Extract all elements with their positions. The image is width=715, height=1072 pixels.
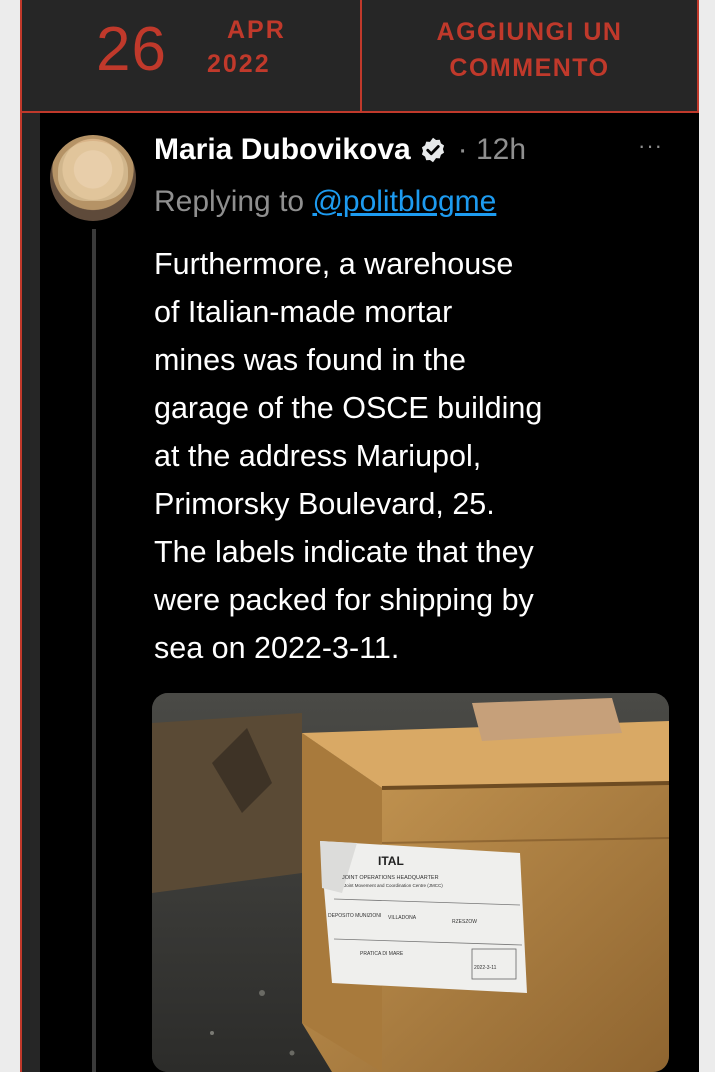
tweet-body-line: mines was found in the (154, 343, 466, 377)
tweet-body-line: of Italian-made mortar (154, 295, 453, 329)
add-comment-cell[interactable]: AGGIUNGI UN COMMENTO (362, 0, 697, 111)
label-line1: JOINT OPERATIONS HEADQUARTER (342, 875, 439, 881)
tweet-header: Maria Dubovikova · 12h (154, 133, 694, 173)
tweet-body-line: garage of the OSCE building (154, 391, 543, 425)
tweet-body: Furthermore, a warehouse of Italian-made… (154, 240, 674, 672)
replying-handle-link[interactable]: @politblogme (312, 185, 496, 218)
label-pratica: PRATICA DI MARE (360, 951, 404, 957)
more-options-icon[interactable]: ··· (638, 133, 663, 159)
label-dep2: VILLADONA (388, 915, 417, 921)
embedded-tweet: Maria Dubovikova · 12h ··· Replying to @… (40, 113, 699, 1072)
date-month: APR (227, 16, 286, 44)
add-comment-link[interactable]: AGGIUNGI UN COMMENTO (362, 14, 697, 86)
crate-photo: ITAL JOINT OPERATIONS HEADQUARTER Joint … (152, 693, 669, 1072)
avatar[interactable] (50, 135, 136, 221)
post-date-bar: 26 APR 2022 AGGIUNGI UN COMMENTO (20, 0, 699, 113)
date-year: 2022 (207, 50, 271, 78)
tweet-body-line: Furthermore, a warehouse (154, 247, 514, 281)
tweet-photo[interactable]: ITAL JOINT OPERATIONS HEADQUARTER Joint … (152, 693, 669, 1072)
add-comment-line2: COMMENTO (449, 54, 610, 82)
replying-prefix: Replying to (154, 185, 305, 218)
label-date: 2022-3-11 (474, 965, 497, 971)
label-heading: ITAL (378, 854, 404, 868)
tweet-body-line: were packed for shipping by (154, 583, 534, 617)
label-line2: Joint Movement and Coordination Centre (… (344, 883, 443, 888)
verified-badge-icon (422, 137, 445, 163)
label-dest: RZESZOW (452, 919, 477, 925)
tweet-body-line: The labels indicate that they (154, 535, 534, 569)
author-name[interactable]: Maria Dubovikova (154, 133, 411, 166)
tweet-body-line: Primorsky Boulevard, 25. (154, 487, 495, 521)
date-day: 26 (96, 15, 167, 84)
tweet-body-line: at the address Mariupol, (154, 439, 482, 473)
tweet-time: · 12h (457, 133, 527, 166)
replying-to: Replying to @politblogme (154, 185, 496, 219)
thread-line (92, 229, 96, 1072)
avatar-portrait (58, 141, 128, 201)
label-dep1: DEPOSITO MUNIZIONI (328, 913, 381, 919)
date-cell: 26 APR 2022 (22, 0, 362, 111)
tweet-body-line: sea on 2022-3-11. (154, 631, 400, 665)
add-comment-line1: AGGIUNGI UN (436, 18, 623, 46)
